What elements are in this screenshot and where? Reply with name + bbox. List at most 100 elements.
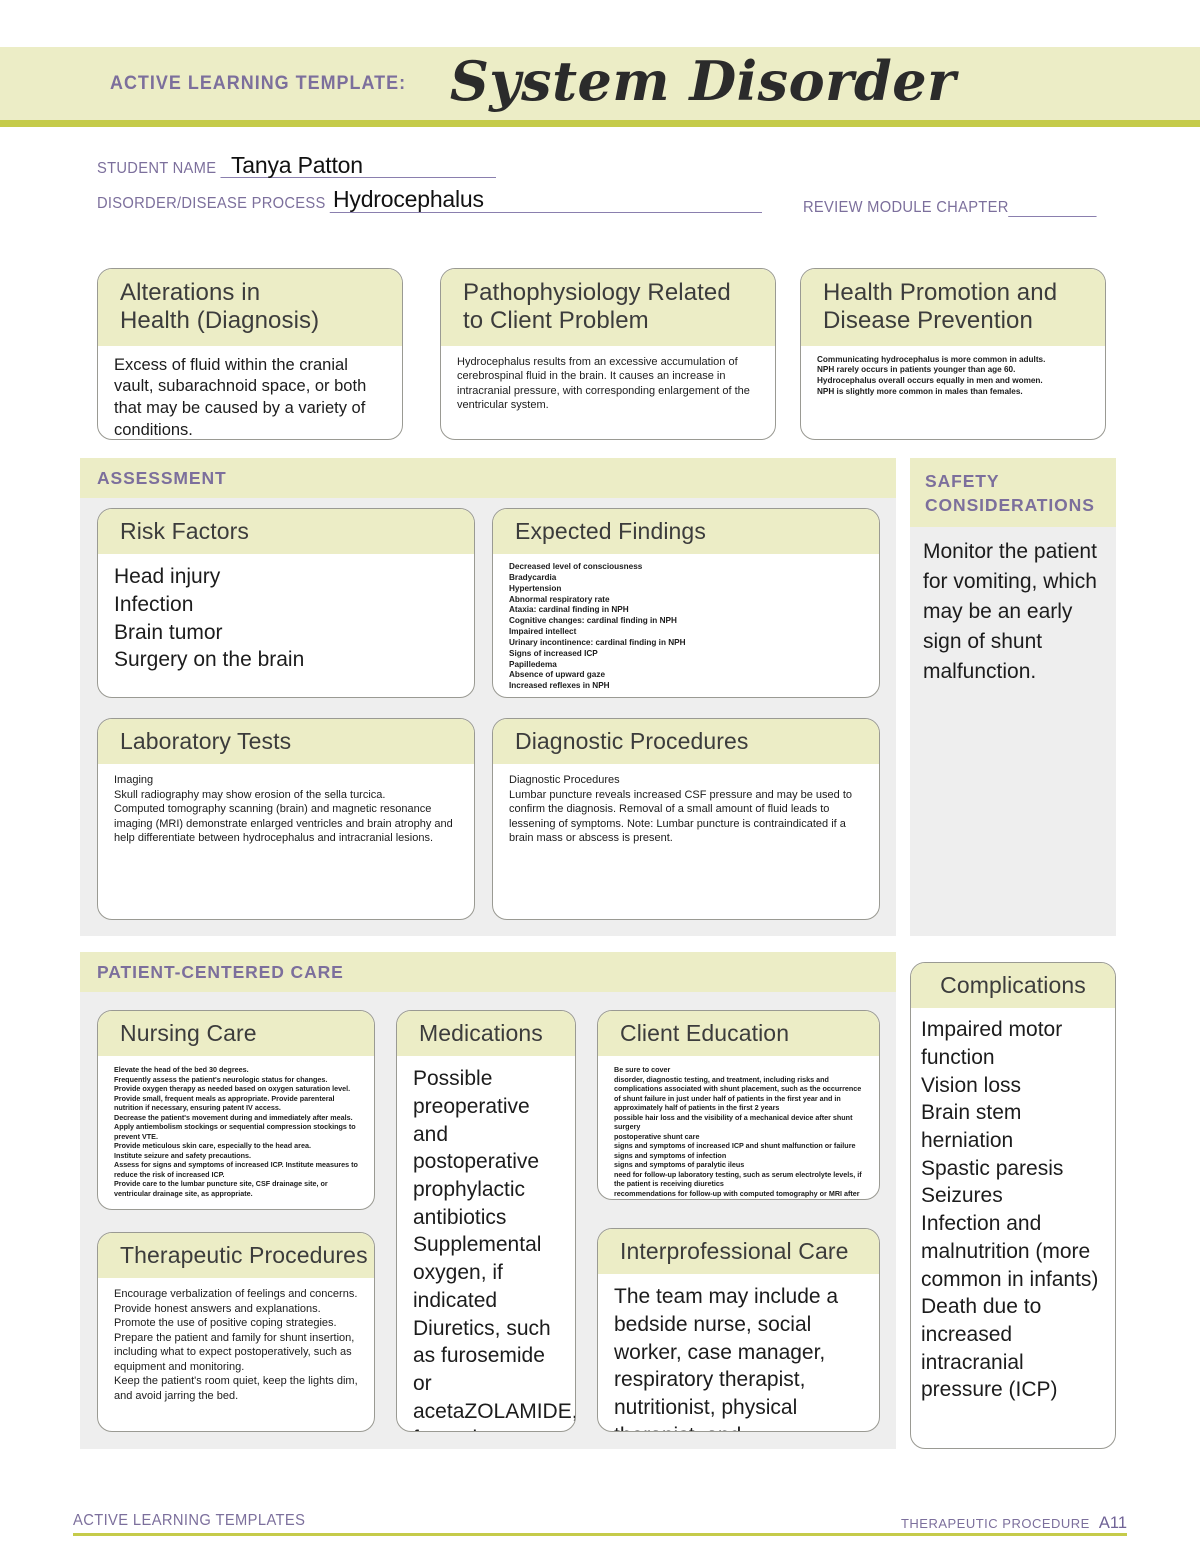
nursing-care-line: Decrease the patient's movement during a… xyxy=(114,1112,353,1122)
card-diagnostic-procedures-body: Diagnostic Procedures Lumbar puncture re… xyxy=(493,764,879,856)
nursing-care-line: Provide care to the lumbar puncture site… xyxy=(114,1179,328,1198)
card-laboratory-tests-body: Imaging Skull radiography may show erosi… xyxy=(98,764,474,856)
header-kicker: ACTIVE LEARNING TEMPLATE: xyxy=(110,72,407,94)
title-line-1: Alterations in xyxy=(120,279,261,306)
lab-line: Imaging xyxy=(114,774,154,787)
health-promotion-line: Communicating hydrocephalus is more comm… xyxy=(817,354,1046,364)
card-complications: Complications Impaired motor function Vi… xyxy=(910,962,1116,1449)
diagnostic-line: Lumbar puncture reveals increased CSF pr… xyxy=(509,788,853,845)
expected-finding-item: Signs of increased ICP xyxy=(509,648,598,658)
complication-item: Impaired motor function xyxy=(921,1018,1063,1069)
card-therapeutic-procedures-body: Encourage verbalization of feelings and … xyxy=(98,1278,374,1413)
title-line-2: Disease Prevention xyxy=(823,307,1033,335)
card-health-promotion: Health Promotion and Disease Prevention … xyxy=(800,268,1106,440)
expected-finding-item: Ataxia: cardinal finding in NPH xyxy=(509,605,629,615)
complication-item: Spastic paresis xyxy=(921,1156,1064,1180)
client-education-line: recommendations for follow-up with compu… xyxy=(614,1188,860,1199)
card-nursing-care-body: Elevate the head of the bed 30 degrees. … xyxy=(98,1056,374,1208)
footer-left-label: ACTIVE LEARNING TEMPLATES xyxy=(73,1512,306,1529)
card-laboratory-tests-title: Laboratory Tests xyxy=(98,719,474,765)
card-risk-factors: Risk Factors Head injury Infection Brain… xyxy=(97,508,475,698)
card-interprofessional-care: Interprofessional Care The team may incl… xyxy=(597,1228,880,1432)
nursing-care-line: Institute seizure and safety precautions… xyxy=(114,1150,251,1160)
client-education-line: possible hair loss and the visibility of… xyxy=(614,1112,853,1132)
card-client-education: Client Education Be sure to cover disord… xyxy=(597,1010,880,1200)
therapeutic-line: Encourage verbalization of feelings and … xyxy=(114,1288,358,1301)
review-module-label: REVIEW MODULE CHAPTER xyxy=(803,199,1009,216)
client-education-line: signs and symptoms of paralytic ileus xyxy=(614,1160,745,1170)
card-therapeutic-procedures: Therapeutic Procedures Encourage verbali… xyxy=(97,1232,375,1432)
card-alterations-body: Excess of fluid within the cranial vault… xyxy=(114,355,367,439)
card-laboratory-tests: Laboratory Tests Imaging Skull radiograp… xyxy=(97,718,475,920)
assessment-section-title: ASSESSMENT xyxy=(80,458,896,498)
complication-item: Infection and malnutrition (more common … xyxy=(921,1212,1099,1291)
title-line-1: Pathophysiology Related xyxy=(463,279,731,306)
expected-finding-item: Urinary incontinence: cardinal finding i… xyxy=(509,637,686,647)
expected-finding-item: Hypertension xyxy=(509,583,562,593)
card-nursing-care-title: Nursing Care xyxy=(98,1011,374,1057)
expected-finding-item: Absence of upward gaze xyxy=(509,670,605,680)
card-alterations-in-health: Alterations in Health (Diagnosis) Excess… xyxy=(97,268,403,440)
safety-title-line-2: CONSIDERATIONS xyxy=(925,494,1095,515)
health-promotion-line: NPH is slightly more common in males tha… xyxy=(817,387,1023,397)
therapeutic-line: Prepare the patient and family for shunt… xyxy=(114,1331,355,1373)
expected-finding-item: Papilledema xyxy=(509,659,557,669)
footer-right-label: THERAPEUTIC PROCEDURE A11 xyxy=(901,1514,1127,1533)
card-risk-factors-title: Risk Factors xyxy=(98,509,474,555)
page-title: System Disorder xyxy=(449,48,957,113)
student-name-label: STUDENT NAME xyxy=(97,160,217,177)
student-name-value: Tanya Patton xyxy=(231,152,363,178)
safety-section-title: SAFETY CONSIDERATIONS xyxy=(910,458,1116,528)
therapeutic-line: Provide honest answers and explanations.… xyxy=(114,1302,337,1330)
card-pathophysiology: Pathophysiology Related to Client Proble… xyxy=(440,268,776,440)
card-medications-title: Medications xyxy=(397,1011,575,1057)
complication-item: Brain stem herniation xyxy=(921,1101,1022,1152)
card-interprofessional-care-title: Interprofessional Care xyxy=(598,1229,879,1275)
card-pathophysiology-title: Pathophysiology Related to Client Proble… xyxy=(441,269,775,346)
card-complications-body: Impaired motor function Vision loss Brai… xyxy=(911,1008,1115,1404)
client-education-line: postoperative shunt care xyxy=(614,1131,700,1141)
card-health-promotion-body: Communicating hydrocephalus is more comm… xyxy=(801,346,1105,408)
client-education-line: signs and symptoms of increased ICP and … xyxy=(614,1141,856,1151)
lab-line: Skull radiography may show erosion of th… xyxy=(114,788,386,801)
review-module-input[interactable] xyxy=(1008,200,1097,217)
footer-page-number: A11 xyxy=(1098,1514,1127,1532)
safety-title-line-1: SAFETY xyxy=(925,471,1000,491)
nursing-care-line: Provide small, frequent meals as appropr… xyxy=(114,1093,335,1113)
footer-category: THERAPEUTIC PROCEDURE xyxy=(900,1516,1090,1531)
expected-finding-item: Bradycardia xyxy=(509,572,557,582)
complication-item: Vision loss xyxy=(921,1073,1021,1097)
card-expected-findings-body: Decreased level of consciousness Bradyca… xyxy=(493,554,879,697)
expected-finding-item: Decreased level of consciousness xyxy=(509,562,643,572)
safety-body-text: Monitor the patient for vomiting, which … xyxy=(923,540,1097,683)
nursing-care-line: Apply antiembolism stockings or sequenti… xyxy=(114,1122,356,1141)
client-education-line: disorder, diagnostic testing, and treatm… xyxy=(614,1074,862,1113)
risk-factor-item: Infection xyxy=(114,592,194,616)
card-diagnostic-procedures: Diagnostic Procedures Diagnostic Procedu… xyxy=(492,718,880,920)
card-risk-factors-body: Head injury Infection Brain tumor Surger… xyxy=(98,554,474,684)
title-line-2: Health (Diagnosis) xyxy=(120,307,320,335)
diagnostic-line: Diagnostic Procedures xyxy=(509,774,620,787)
card-interprofessional-care-body: The team may include a bedside nurse, so… xyxy=(614,1285,839,1431)
card-client-education-body: Be sure to cover disorder, diagnostic te… xyxy=(598,1056,879,1199)
expected-finding-item: Impaired intellect xyxy=(509,627,577,637)
health-promotion-line: NPH rarely occurs in patients younger th… xyxy=(817,365,1016,375)
disorder-value: Hydrocephalus xyxy=(333,186,484,212)
card-medications: Medications Possible preoperative and po… xyxy=(396,1010,576,1432)
card-nursing-care: Nursing Care Elevate the head of the bed… xyxy=(97,1010,375,1210)
complication-item: Seizures xyxy=(921,1184,1003,1208)
panel-safety-considerations: SAFETY CONSIDERATIONS Monitor the patien… xyxy=(910,458,1116,936)
nursing-care-line: Provide oxygen therapy as needed based o… xyxy=(114,1084,351,1094)
card-complications-title: Complications xyxy=(911,963,1115,1009)
card-client-education-title: Client Education xyxy=(598,1011,879,1057)
complication-item: Death due to increased intracranial pres… xyxy=(921,1295,1058,1402)
header-band: ACTIVE LEARNING TEMPLATE: System Disorde… xyxy=(0,47,1200,120)
card-pathophysiology-body: Hydrocephalus results from an excessive … xyxy=(457,355,750,412)
health-promotion-line: Hydrocephalus overall occurs equally in … xyxy=(817,376,1043,386)
client-education-line: signs and symptoms of infection xyxy=(614,1150,727,1160)
nursing-care-line: Assess for signs and symptoms of increas… xyxy=(114,1160,358,1179)
nursing-care-line: Elevate the head of the bed 30 degrees. xyxy=(114,1065,249,1075)
header-divider xyxy=(0,120,1200,127)
expected-finding-item: Abnormal respiratory rate xyxy=(509,594,610,604)
card-medications-body: Possible preoperative and postoperative … xyxy=(413,1067,576,1431)
